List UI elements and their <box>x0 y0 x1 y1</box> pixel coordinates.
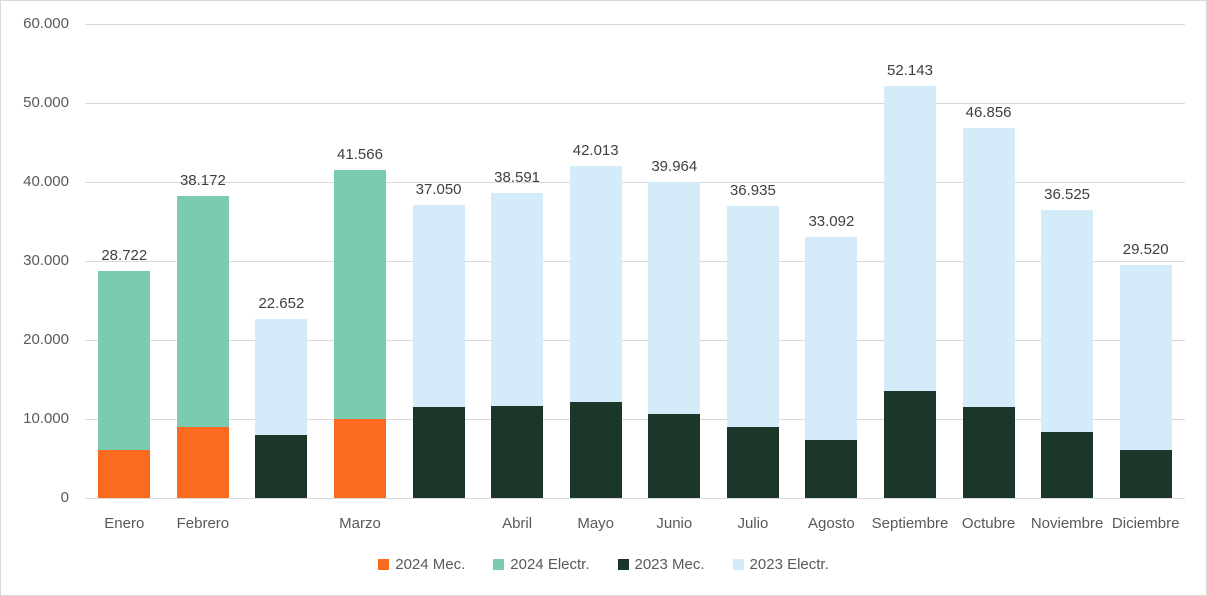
x-axis-tick-label: Marzo <box>300 515 420 533</box>
legend: 2024 Mec. 2024 Electr. 2023 Mec. 2023 El… <box>1 556 1206 573</box>
bar-total-label: 37.050 <box>394 181 484 199</box>
y-axis-tick-label: 20.000 <box>1 331 69 349</box>
bar-segment-2024-mec <box>177 427 229 498</box>
y-axis-tick-label: 30.000 <box>1 252 69 270</box>
bar-total-label: 22.652 <box>236 295 326 313</box>
bar-total-label: 46.856 <box>944 104 1034 122</box>
bar-segment-2023-mec <box>570 402 622 498</box>
bar-segment-2023-electr <box>884 86 936 391</box>
bar-total-label: 42.013 <box>551 142 641 160</box>
bar-segment-2023-mec <box>491 406 543 498</box>
bar-segment-2023-electr <box>727 206 779 427</box>
bar-total-label: 33.092 <box>786 213 876 231</box>
legend-label: 2024 Mec. <box>395 556 465 573</box>
legend-item-2024-electr: 2024 Electr. <box>493 556 589 573</box>
bar-segment-2023-electr <box>491 193 543 406</box>
x-axis-tick-label: Febrero <box>143 515 263 533</box>
bar-segment-2023-electr <box>413 205 465 407</box>
bar-segment-2023-electr <box>1120 265 1172 450</box>
bar-segment-2023-electr <box>805 237 857 441</box>
bar-segment-2023-electr <box>570 166 622 402</box>
bar-segment-2023-mec <box>1041 432 1093 498</box>
y-axis-tick-label: 0 <box>1 489 69 507</box>
y-axis-tick-label: 60.000 <box>1 15 69 33</box>
y-axis-tick-label: 50.000 <box>1 94 69 112</box>
bar-segment-2023-electr <box>648 182 700 414</box>
bar-segment-2023-mec <box>884 391 936 498</box>
gridline <box>85 498 1185 499</box>
bar-segment-2023-mec <box>805 440 857 498</box>
bar-segment-2023-mec <box>1120 450 1172 498</box>
bar-segment-2023-mec <box>413 407 465 498</box>
bar-total-label: 28.722 <box>79 247 169 265</box>
legend-label: 2023 Mec. <box>635 556 705 573</box>
bar-total-label: 41.566 <box>315 146 405 164</box>
bar-total-label: 29.520 <box>1101 241 1191 259</box>
bar-segment-2023-mec <box>727 427 779 498</box>
legend-swatch-2023-electr <box>733 559 744 570</box>
bar-segment-2023-mec <box>255 435 307 498</box>
gridline <box>85 261 1185 262</box>
bar-segment-2023-electr <box>255 319 307 435</box>
legend-swatch-2024-electr <box>493 559 504 570</box>
bar-segment-2024-mec <box>98 450 150 498</box>
legend-swatch-2024-mec <box>378 559 389 570</box>
y-axis-tick-label: 10.000 <box>1 410 69 428</box>
legend-swatch-2023-mec <box>618 559 629 570</box>
bar-segment-2024-electr <box>334 170 386 419</box>
bar-total-label: 36.935 <box>708 182 798 200</box>
bar-total-label: 52.143 <box>865 62 955 80</box>
legend-item-2023-mec: 2023 Mec. <box>618 556 705 573</box>
bar-segment-2023-mec <box>963 407 1015 498</box>
x-axis-tick-label: Diciembre <box>1086 515 1206 533</box>
bar-segment-2024-mec <box>334 419 386 498</box>
bar-segment-2023-electr <box>1041 210 1093 432</box>
stacked-bar-chart: 0 10.000 20.000 30.000 40.000 50.000 60.000 28… <box>0 0 1207 596</box>
bar-segment-2024-electr <box>98 271 150 450</box>
bar-total-label: 39.964 <box>629 158 719 176</box>
bar-total-label: 36.525 <box>1022 186 1112 204</box>
legend-label: 2023 Electr. <box>750 556 829 573</box>
gridline <box>85 24 1185 25</box>
bar-segment-2023-electr <box>963 128 1015 407</box>
y-axis-tick-label: 40.000 <box>1 173 69 191</box>
gridline <box>85 419 1185 420</box>
bar-segment-2023-mec <box>648 414 700 498</box>
bar-segment-2024-electr <box>177 196 229 427</box>
bar-total-label: 38.172 <box>158 172 248 190</box>
legend-label: 2024 Electr. <box>510 556 589 573</box>
bar-total-label: 38.591 <box>472 169 562 187</box>
gridline <box>85 340 1185 341</box>
legend-item-2024-mec: 2024 Mec. <box>378 556 465 573</box>
legend-item-2023-electr: 2023 Electr. <box>733 556 829 573</box>
gridline <box>85 182 1185 183</box>
